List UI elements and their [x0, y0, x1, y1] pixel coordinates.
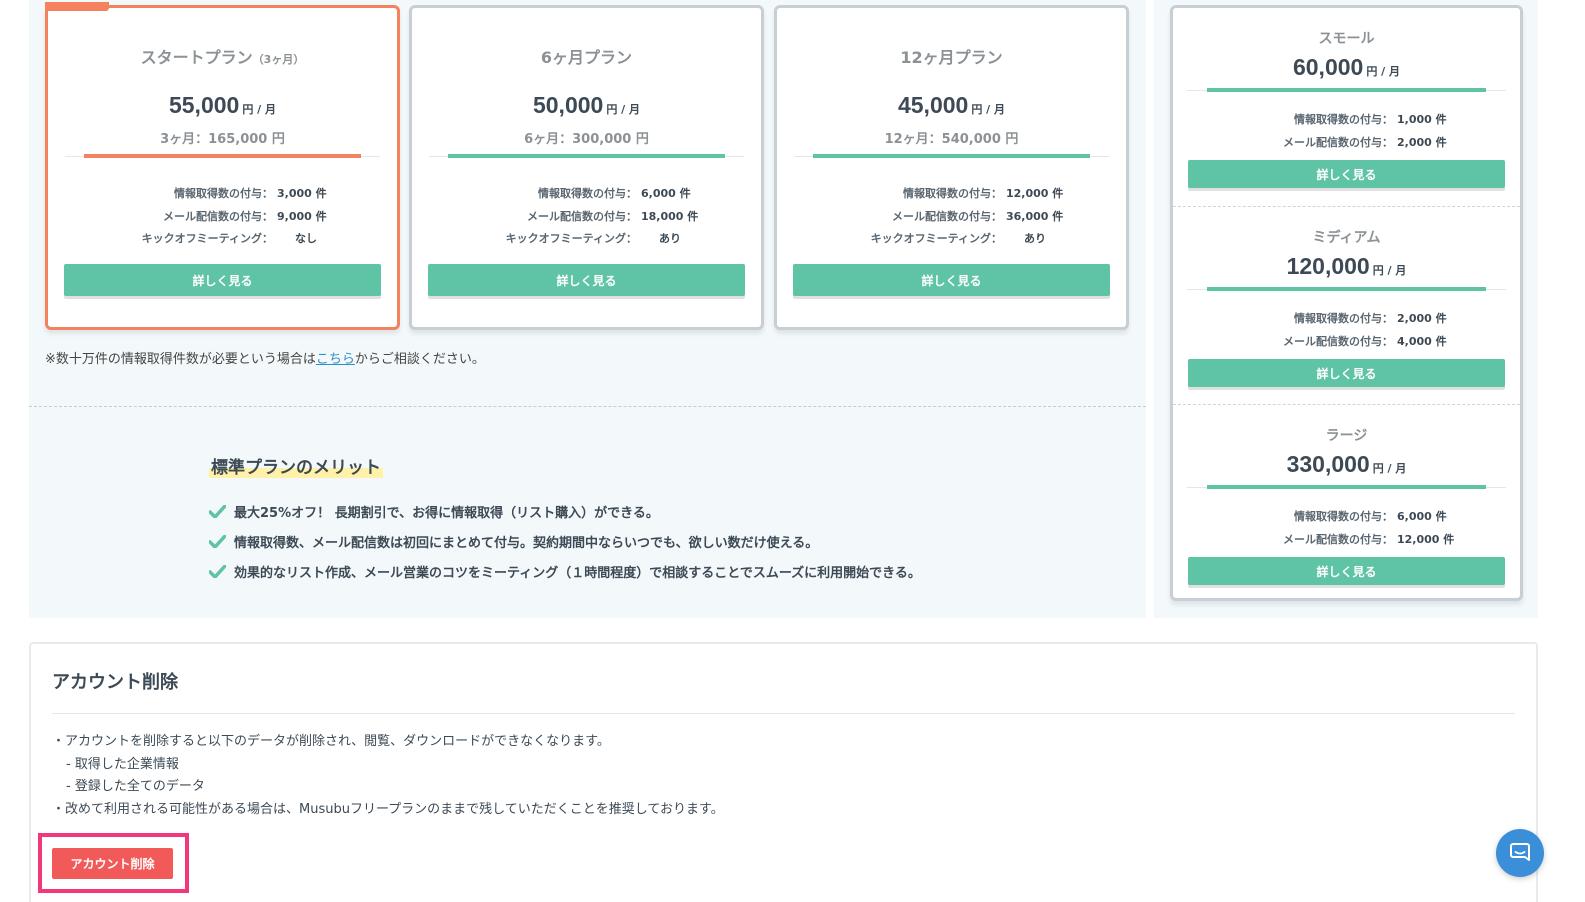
merit-text: 最大25%オフ！ 長期割引で、お得に情報取得（リスト購入）ができる。: [234, 505, 659, 521]
merit-text: 効果的なリスト作成、メール営業のコツをミーティング（１時間程度）で相談することで…: [234, 565, 921, 581]
detail-row: 情報取得数の付与： 3,000 件: [174, 187, 327, 200]
section-divider: [29, 406, 1146, 407]
option-detail-button[interactable]: 詳しく見る: [1188, 359, 1505, 387]
note-text: からご相談ください。: [354, 352, 485, 367]
plan-card-start: スタートプラン（3ヶ月） 55,000 円 / 月 3ヶ月：165,000 円 情…: [45, 2, 400, 330]
plan-price: 45,000 円 / 月: [897, 92, 1006, 118]
plan-detail-button[interactable]: 詳しく見る: [428, 264, 745, 296]
check-icon: [209, 534, 226, 548]
option-detail-button[interactable]: 詳しく見る: [1188, 160, 1505, 188]
option-details: 情報取得数の付与： 2,000 件 メール配信数の付与： 4,000 件: [1173, 310, 1520, 356]
detail-row: キックオフミーティング： あり: [870, 232, 1046, 245]
detail-row: 情報取得数の付与： 12,000 件: [903, 187, 1064, 200]
plan-accent-bar: [84, 154, 361, 158]
chat-launcher-button[interactable]: [1496, 829, 1544, 877]
option-name: スモール: [1318, 31, 1375, 47]
check-icon: [209, 504, 226, 518]
merit-item: 最大25%オフ！ 長期割引で、お得に情報取得（リスト購入）ができる。: [209, 496, 921, 526]
merit-title: 標準プランのメリット: [209, 453, 383, 478]
detail-row: メール配信数の付与： 2,000 件: [1283, 136, 1447, 149]
option-details: 情報取得数の付与： 1,000 件 メール配信数の付与： 2,000 件: [1173, 111, 1520, 157]
detail-row: メール配信数の付与： 9,000 件: [163, 209, 327, 223]
plan-name: 12ヶ月プラン: [900, 48, 1003, 67]
contact-note: ※数十万件の情報取得件数が必要という場合はこちらからご相談ください。: [45, 348, 485, 367]
detail-row: 情報取得数の付与： 6,000 件: [1294, 510, 1447, 523]
note-text: ※数十万件の情報取得件数が必要という場合は: [45, 352, 316, 367]
chat-icon: [1510, 843, 1530, 861]
description-line: ・改めて利用される可能性がある場合は、Musubuフリープランのままで残していた…: [52, 801, 724, 817]
option-medium: ミディアム 120,000 円 / 月 情報取得数の付与： 2,000 件 メール配…: [1173, 206, 1520, 403]
option-accent-bar: [1207, 287, 1486, 291]
detail-row: キックオフミーティング： あり: [505, 232, 681, 245]
detail-row: メール配信数の付与： 18,000 件: [527, 209, 699, 223]
plan-card-12month: 12ヶ月プラン 45,000 円 / 月 12ヶ月：540,000 円 情報取得数…: [774, 5, 1129, 330]
plan-accent-bar: [448, 154, 725, 158]
divider: [52, 713, 1515, 714]
plan-cards: スタートプラン（3ヶ月） 55,000 円 / 月 3ヶ月：165,000 円 情…: [45, 2, 1135, 330]
option-detail-button[interactable]: 詳しく見る: [1188, 557, 1505, 585]
plan-details: 情報取得数の付与： 3,000 件 メール配信数の付与： 9,000 件 キックオフ…: [48, 185, 397, 253]
account-delete-description: ・アカウントを削除すると以下のデータが削除され、閲覧、ダウンロードができなくなり…: [52, 731, 724, 821]
option-name: ミディアム: [1312, 230, 1381, 246]
merit-item: 効果的なリスト作成、メール営業のコツをミーティング（１時間程度）で相談することで…: [209, 556, 921, 586]
plan-total: 3ヶ月：165,000 円: [160, 132, 285, 147]
option-price: 330,000 円 / 月: [1286, 451, 1407, 477]
plan-price: 55,000 円 / 月: [168, 92, 277, 118]
merit-text: 情報取得数、メール配信数は初回にまとめて付与。契約期間中ならいつでも、欲しい数だ…: [234, 535, 819, 551]
merit-section: 標準プランのメリット 最大25%オフ！ 長期割引で、お得に情報取得（リスト購入）…: [209, 453, 921, 586]
merit-item: 情報取得数、メール配信数は初回にまとめて付与。契約期間中ならいつでも、欲しい数だ…: [209, 526, 921, 556]
plan-name: 6ヶ月プラン: [540, 48, 633, 67]
plan-accent-bar: [813, 154, 1090, 158]
detail-row: 情報取得数の付与： 1,000 件: [1294, 113, 1447, 126]
plan-details: 情報取得数の付与： 12,000 件 メール配信数の付与： 36,000 件 キック…: [777, 185, 1126, 253]
standard-plan-panel: スタートプラン（3ヶ月） 55,000 円 / 月 3ヶ月：165,000 円 情…: [29, 0, 1146, 618]
description-line: - 取得した企業情報: [66, 756, 179, 772]
description-line: - 登録した全てのデータ: [66, 779, 205, 794]
account-delete-button[interactable]: アカウント削除: [52, 848, 173, 879]
detail-row: メール配信数の付与： 12,000 件: [1283, 533, 1455, 546]
option-accent-bar: [1207, 485, 1486, 489]
option-price: 60,000 円 / 月: [1292, 54, 1401, 80]
detail-row: 情報取得数の付与： 6,000 件: [538, 187, 691, 200]
option-plan-panel: スモール 60,000 円 / 月 情報取得数の付与： 1,000 件 メール配信数…: [1154, 0, 1538, 618]
option-name: ラージ: [1325, 428, 1368, 444]
plan-name: スタートプラン（3ヶ月）: [140, 48, 305, 67]
option-card: スモール 60,000 円 / 月 情報取得数の付与： 1,000 件 メール配信数…: [1170, 5, 1523, 601]
plan-total: 12ヶ月：540,000 円: [884, 132, 1019, 147]
option-price: 120,000 円 / 月: [1286, 253, 1407, 279]
option-accent-bar: [1207, 88, 1486, 92]
check-icon: [209, 564, 226, 578]
section-title: アカウント削除: [52, 672, 178, 693]
limited-badge: [45, 2, 109, 11]
contact-link[interactable]: こちら: [316, 352, 355, 367]
plan-price: 50,000 円 / 月: [532, 92, 641, 118]
plan-detail-button[interactable]: 詳しく見る: [793, 264, 1110, 296]
option-small: スモール 60,000 円 / 月 情報取得数の付与： 1,000 件 メール配信数…: [1173, 8, 1520, 205]
plan-details: 情報取得数の付与： 6,000 件 メール配信数の付与： 18,000 件 キックオ…: [412, 185, 761, 253]
plan-total: 6ヶ月：300,000 円: [524, 132, 649, 147]
detail-row: メール配信数の付与： 4,000 件: [1283, 335, 1447, 348]
detail-row: キックオフミーティング： なし: [141, 232, 317, 245]
account-delete-section: アカウント削除 ・アカウントを削除すると以下のデータが削除され、閲覧、ダウンロー…: [29, 642, 1538, 902]
option-large: ラージ 330,000 円 / 月 情報取得数の付与： 6,000 件 メール配信数…: [1173, 404, 1520, 601]
plan-card-6month: 6ヶ月プラン 50,000 円 / 月 6ヶ月：300,000 円 情報取得数の付…: [409, 5, 764, 330]
detail-row: 情報取得数の付与： 2,000 件: [1294, 312, 1447, 325]
plan-detail-button[interactable]: 詳しく見る: [64, 264, 381, 296]
description-line: ・アカウントを削除すると以下のデータが削除され、閲覧、ダウンロードができなくなり…: [52, 734, 610, 749]
detail-row: メール配信数の付与： 36,000 件: [892, 209, 1064, 223]
option-details: 情報取得数の付与： 6,000 件 メール配信数の付与： 12,000 件: [1173, 508, 1520, 554]
merit-list: 最大25%オフ！ 長期割引で、お得に情報取得（リスト購入）ができる。 情報取得数…: [209, 496, 921, 586]
